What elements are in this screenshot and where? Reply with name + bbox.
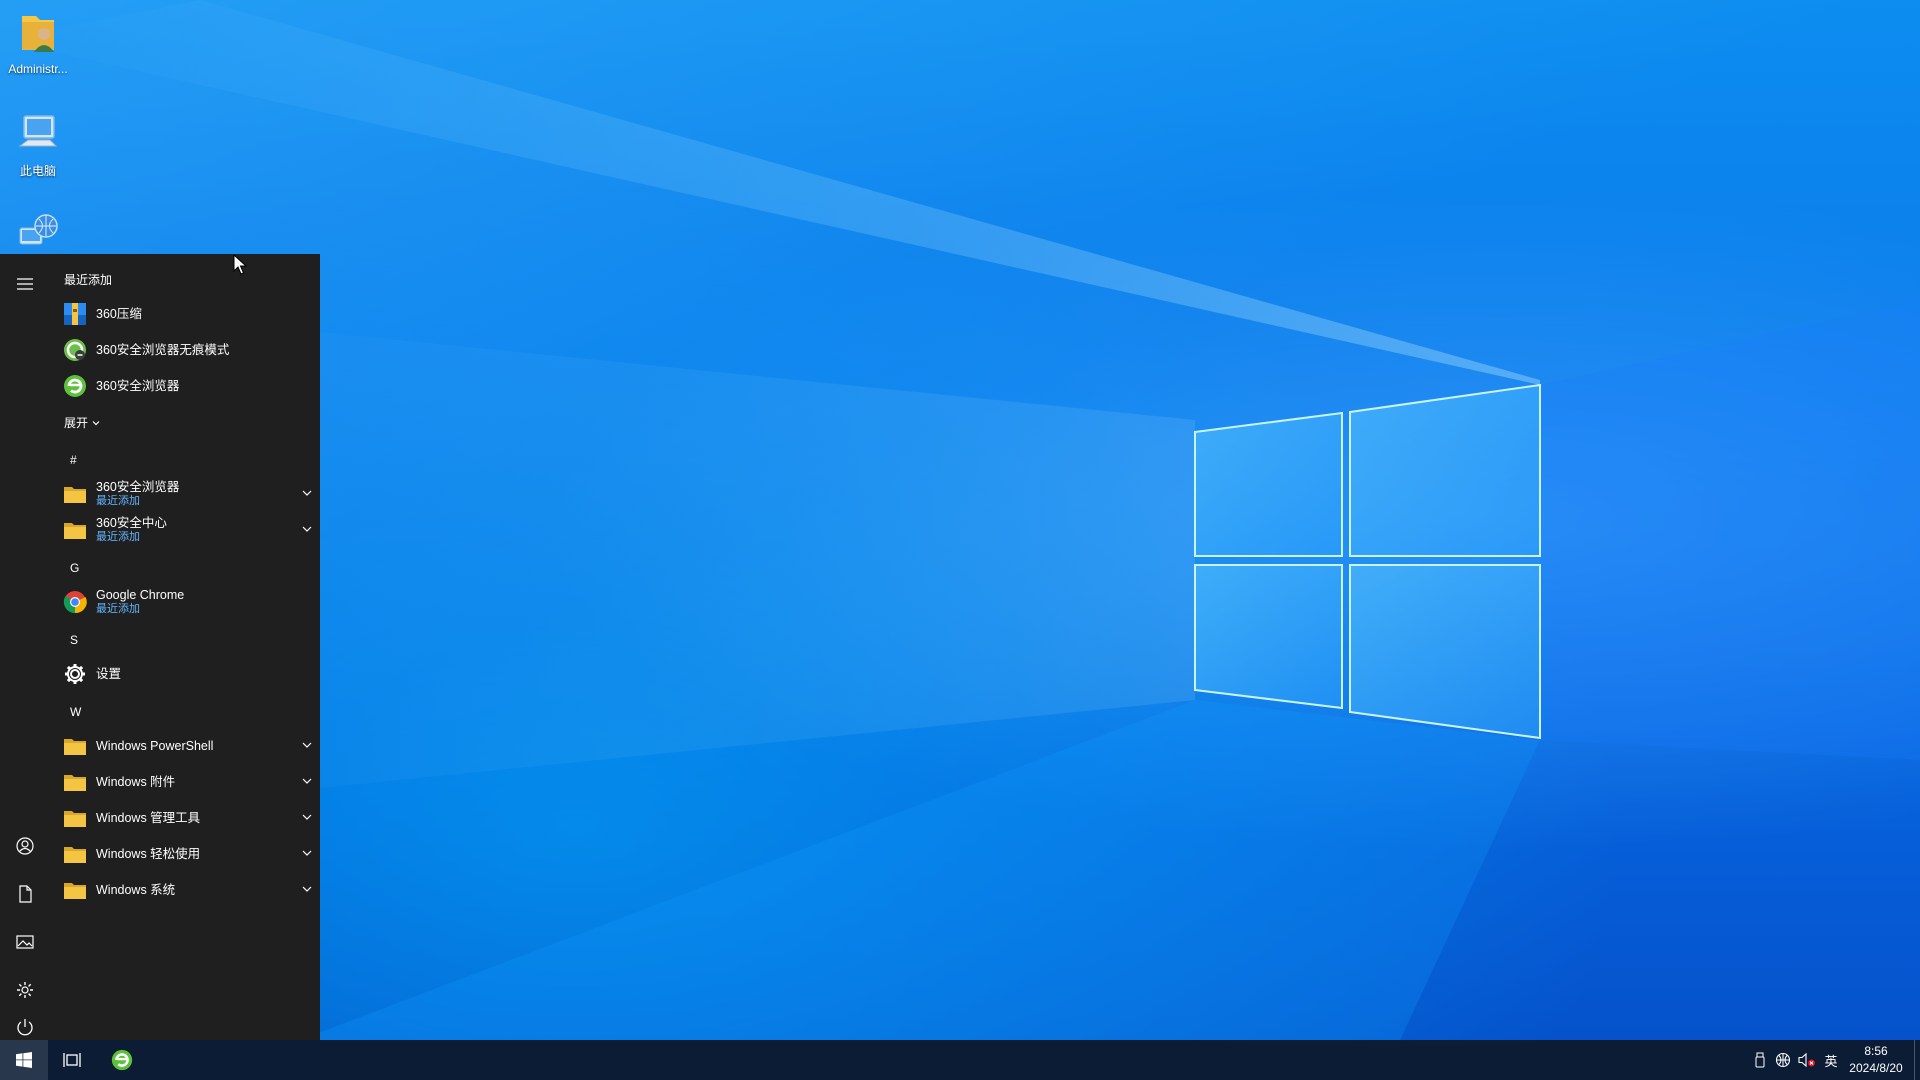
- folder-360-security-center[interactable]: 360安全中心 最近添加: [62, 512, 314, 548]
- tray-network[interactable]: [1772, 1040, 1794, 1080]
- group-header-hash[interactable]: #: [70, 450, 77, 470]
- app-360-browser-private[interactable]: 360安全浏览器无痕模式: [62, 332, 314, 368]
- chevron-down-icon: [92, 420, 100, 425]
- gear-icon: [62, 661, 88, 687]
- folder-windows-accessories[interactable]: Windows 附件: [62, 764, 314, 800]
- power-icon: [17, 1019, 33, 1036]
- hamburger-menu-button[interactable]: [0, 260, 50, 308]
- app-name: Windows 轻松使用: [96, 846, 201, 861]
- show-desktop-button[interactable]: [1914, 1040, 1920, 1080]
- app-google-chrome[interactable]: Google Chrome 最近添加: [62, 584, 314, 620]
- app-360-zip[interactable]: 360压缩: [62, 296, 314, 332]
- zip-360-icon: [62, 301, 88, 327]
- mouse-cursor-icon: [233, 254, 247, 275]
- account-button[interactable]: [0, 822, 50, 870]
- app-360-browser[interactable]: 360安全浏览器: [62, 368, 314, 404]
- folder-windows-ease-of-access[interactable]: Windows 轻松使用: [62, 836, 314, 872]
- chevron-down-icon[interactable]: [300, 810, 314, 824]
- recently-added-tag: 最近添加: [96, 495, 140, 507]
- browser-360-icon: [62, 373, 88, 399]
- chevron-down-icon[interactable]: [300, 486, 314, 500]
- app-name: 360安全浏览器无痕模式: [96, 342, 230, 357]
- chevron-down-icon[interactable]: [300, 882, 314, 896]
- group-header-g[interactable]: G: [70, 558, 79, 578]
- folder-icon: [62, 805, 88, 831]
- browser-360-private-icon: [62, 337, 88, 363]
- app-name: Windows PowerShell: [96, 738, 214, 753]
- app-name: Windows 管理工具: [96, 810, 201, 825]
- desktop-icon-label: 此电脑: [19, 164, 56, 178]
- tray-volume[interactable]: [1796, 1040, 1818, 1080]
- hamburger-icon: [17, 278, 33, 290]
- app-name: 360压缩: [96, 306, 142, 321]
- desktop-icon-administrator[interactable]: Administr...: [2, 10, 74, 76]
- folder-360-browser[interactable]: 360安全浏览器 最近添加: [62, 476, 314, 512]
- expand-label: 展开: [64, 416, 89, 430]
- app-name: Google Chrome: [96, 588, 185, 602]
- windows-logo-icon: [16, 1052, 32, 1068]
- settings-button[interactable]: [0, 966, 50, 1014]
- chevron-down-icon[interactable]: [300, 738, 314, 752]
- folder-windows-admin-tools[interactable]: Windows 管理工具: [62, 800, 314, 836]
- app-name: 360安全浏览器: [96, 378, 180, 393]
- usb-device-icon: [1755, 1052, 1765, 1068]
- folder-icon: [62, 733, 88, 759]
- task-view-icon: [63, 1053, 81, 1067]
- desktop-icon-label: Administr...: [8, 62, 68, 76]
- taskbar: 英 8:56 2024/8/20: [0, 1040, 1920, 1080]
- start-menu: 最近添加 360压缩 360安全浏览器无痕模式 360安全浏览器 展开 # 36…: [0, 254, 320, 1040]
- group-header-w[interactable]: W: [70, 702, 81, 722]
- volume-muted-icon: [1798, 1052, 1815, 1068]
- app-name: 设置: [96, 666, 122, 681]
- start-app-list: 最近添加 360压缩 360安全浏览器无痕模式 360安全浏览器 展开 # 36…: [50, 254, 320, 1040]
- expand-recent-button[interactable]: 展开: [64, 414, 101, 431]
- folder-icon: [62, 769, 88, 795]
- pictures-button[interactable]: [0, 918, 50, 966]
- recently-added-tag: 最近添加: [96, 603, 140, 615]
- start-menu-rail: [0, 254, 50, 1040]
- tray-usb[interactable]: [1750, 1040, 1770, 1080]
- folder-icon: [62, 517, 88, 543]
- app-name: Windows 系统: [96, 882, 176, 897]
- chevron-down-icon[interactable]: [300, 846, 314, 860]
- chevron-down-icon[interactable]: [300, 522, 314, 536]
- computer-icon: [18, 115, 58, 147]
- pictures-icon: [16, 935, 34, 949]
- document-icon: [19, 885, 32, 903]
- clock-time: 8:56: [1864, 1044, 1888, 1058]
- taskbar-360-browser[interactable]: [98, 1040, 146, 1080]
- app-settings[interactable]: 设置: [62, 656, 314, 692]
- clock[interactable]: 8:56 2024/8/20: [1838, 1040, 1914, 1080]
- globe-network-icon: [1775, 1052, 1791, 1068]
- app-name: Windows 附件: [96, 774, 176, 789]
- recently-added-title: 最近添加: [64, 273, 113, 287]
- app-name: 360安全中心: [96, 516, 167, 530]
- app-name: 360安全浏览器: [96, 480, 180, 494]
- desktop-icon-this-pc[interactable]: 此电脑: [2, 110, 74, 179]
- chevron-down-icon[interactable]: [300, 774, 314, 788]
- folder-icon: [62, 841, 88, 867]
- folder-icon: [62, 877, 88, 903]
- network-icon: [19, 214, 58, 245]
- folder-icon: [62, 481, 88, 507]
- start-button[interactable]: [0, 1040, 48, 1080]
- user-icon: [16, 837, 34, 855]
- folder-windows-system[interactable]: Windows 系统: [62, 872, 314, 908]
- folder-windows-powershell[interactable]: Windows PowerShell: [62, 728, 314, 764]
- chrome-icon: [62, 589, 88, 615]
- power-button[interactable]: [0, 1014, 50, 1040]
- user-folder-icon: [22, 16, 54, 52]
- browser-360-icon: [111, 1049, 133, 1071]
- documents-button[interactable]: [0, 870, 50, 918]
- clock-date: 2024/8/20: [1849, 1061, 1903, 1075]
- recently-added-tag: 最近添加: [96, 531, 140, 543]
- settings-icon: [17, 982, 33, 998]
- group-header-s[interactable]: S: [70, 630, 78, 650]
- task-view-button[interactable]: [48, 1040, 96, 1080]
